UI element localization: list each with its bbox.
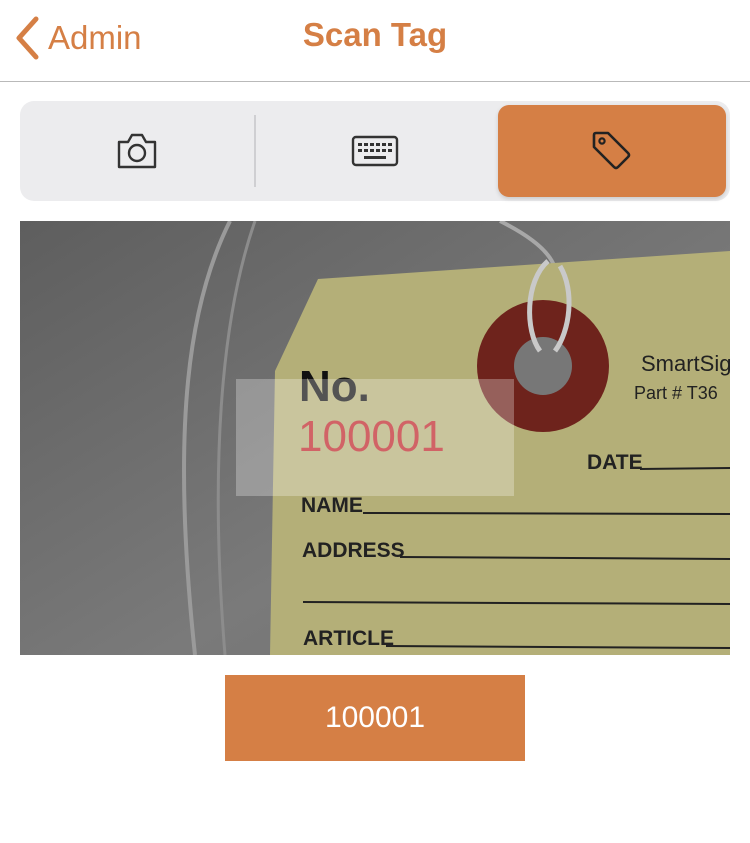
tag-part-number: Part # T36: [634, 383, 718, 403]
tag-mode-button[interactable]: [498, 105, 726, 197]
input-mode-segmented-control: [20, 101, 730, 201]
camera-mode-button[interactable]: [24, 105, 250, 197]
scan-region-highlight: [236, 379, 514, 496]
page-title: Scan Tag: [302, 16, 448, 53]
tag-icon: [592, 131, 631, 170]
navigation-bar: Admin Scan Tag: [0, 0, 750, 82]
tag-brand: SmartSig: [641, 351, 730, 376]
keyboard-mode-button[interactable]: [260, 105, 490, 197]
scanned-value-button[interactable]: 100001: [225, 675, 525, 761]
tag-name-label: NAME: [301, 494, 363, 517]
tag-date-label: DATE: [587, 451, 643, 474]
tag-article-label: ARTICLE: [303, 627, 394, 650]
tag-address-label: ADDRESS: [302, 539, 405, 562]
keyboard-icon: [351, 135, 399, 167]
camera-preview: No. 100001 SmartSig Part # T36 DATE NAME…: [20, 221, 730, 655]
camera-icon: [117, 133, 157, 169]
segment-divider: [254, 115, 256, 187]
